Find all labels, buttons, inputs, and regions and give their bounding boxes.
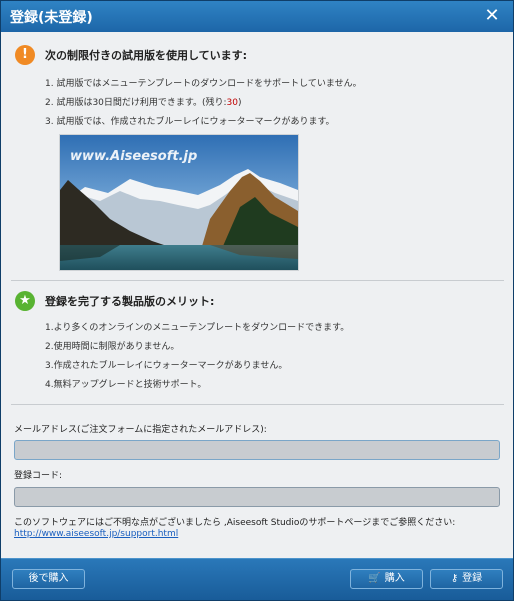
registration-code-label: 登録コード:	[14, 471, 63, 481]
content-area: ! 次の制限付きの試用版を使用しています: 1. 試用版ではメニューテンプレート…	[1, 32, 513, 558]
email-label: メールアドレス(ご注文フォームに指定されたメールアドレス):	[14, 425, 267, 435]
footer-bar: 後で購入 🛒 購入 ⚷ 登録	[1, 558, 513, 600]
benefits-list: 1.より多くのオンラインのメニューテンプレートをダウンロードできます。 2.使用…	[45, 319, 349, 395]
list-item: 2.使用時間に制限がありません。	[45, 342, 180, 352]
list-item: 3. 試用版では、作成されたブルーレイにウォーターマークがあります。	[45, 117, 335, 127]
remaining-days: 30	[226, 98, 238, 108]
trial-limitations-list: 1. 試用版ではメニューテンプレートのダウンロードをサポートしていません。 2.…	[45, 75, 362, 132]
star-icon: ★	[15, 291, 35, 311]
buy-label: 購入	[384, 573, 405, 584]
section-divider	[11, 404, 504, 405]
benefits-section-header: ★ 登録を完了する製品版のメリット:	[15, 291, 214, 311]
buy-later-button[interactable]: 後で購入	[12, 569, 85, 589]
registration-window: 登録(未登録) ✕ ! 次の制限付きの試用版を使用しています: 1. 試用版では…	[0, 0, 514, 601]
close-icon[interactable]: ✕	[481, 5, 503, 27]
trial-section-header: ! 次の制限付きの試用版を使用しています:	[15, 45, 247, 65]
warning-icon: !	[15, 45, 35, 65]
register-label: 登録	[462, 573, 483, 584]
list-item: 4.無料アップグレードと技術サポート。	[45, 380, 207, 390]
window-title: 登録(未登録)	[10, 10, 93, 26]
trial-heading: 次の制限付きの試用版を使用しています:	[45, 49, 248, 62]
list-item: 2. 試用版は30日間だけ利用できます。(残り:30)	[45, 98, 242, 108]
benefits-heading: 登録を完了する製品版のメリット:	[45, 295, 215, 308]
email-field[interactable]	[14, 440, 500, 460]
preview-watermark: www.Aiseesoft.jp	[70, 149, 198, 164]
watermark-preview-image: www.Aiseesoft.jp	[59, 134, 299, 271]
cart-icon: 🛒	[368, 573, 381, 584]
buy-later-label: 後で購入	[28, 573, 69, 584]
list-item: 1. 試用版ではメニューテンプレートのダウンロードをサポートしていません。	[45, 79, 362, 89]
buy-button[interactable]: 🛒 購入	[350, 569, 423, 589]
support-note: このソフトウェアにはご不明な点がございましたら ,Aiseesoft Studi…	[14, 518, 456, 528]
key-icon: ⚷	[450, 573, 459, 584]
title-bar: 登録(未登録) ✕	[1, 1, 513, 32]
list-item: 3.作成されたブルーレイにウォーターマークがありません。	[45, 361, 288, 371]
register-button[interactable]: ⚷ 登録	[430, 569, 503, 589]
list-item: 1.より多くのオンラインのメニューテンプレートをダウンロードできます。	[45, 323, 350, 333]
registration-code-field[interactable]	[14, 487, 500, 507]
section-divider	[11, 280, 504, 281]
support-link[interactable]: http://www.aiseesoft.jp/support.html	[14, 529, 178, 539]
